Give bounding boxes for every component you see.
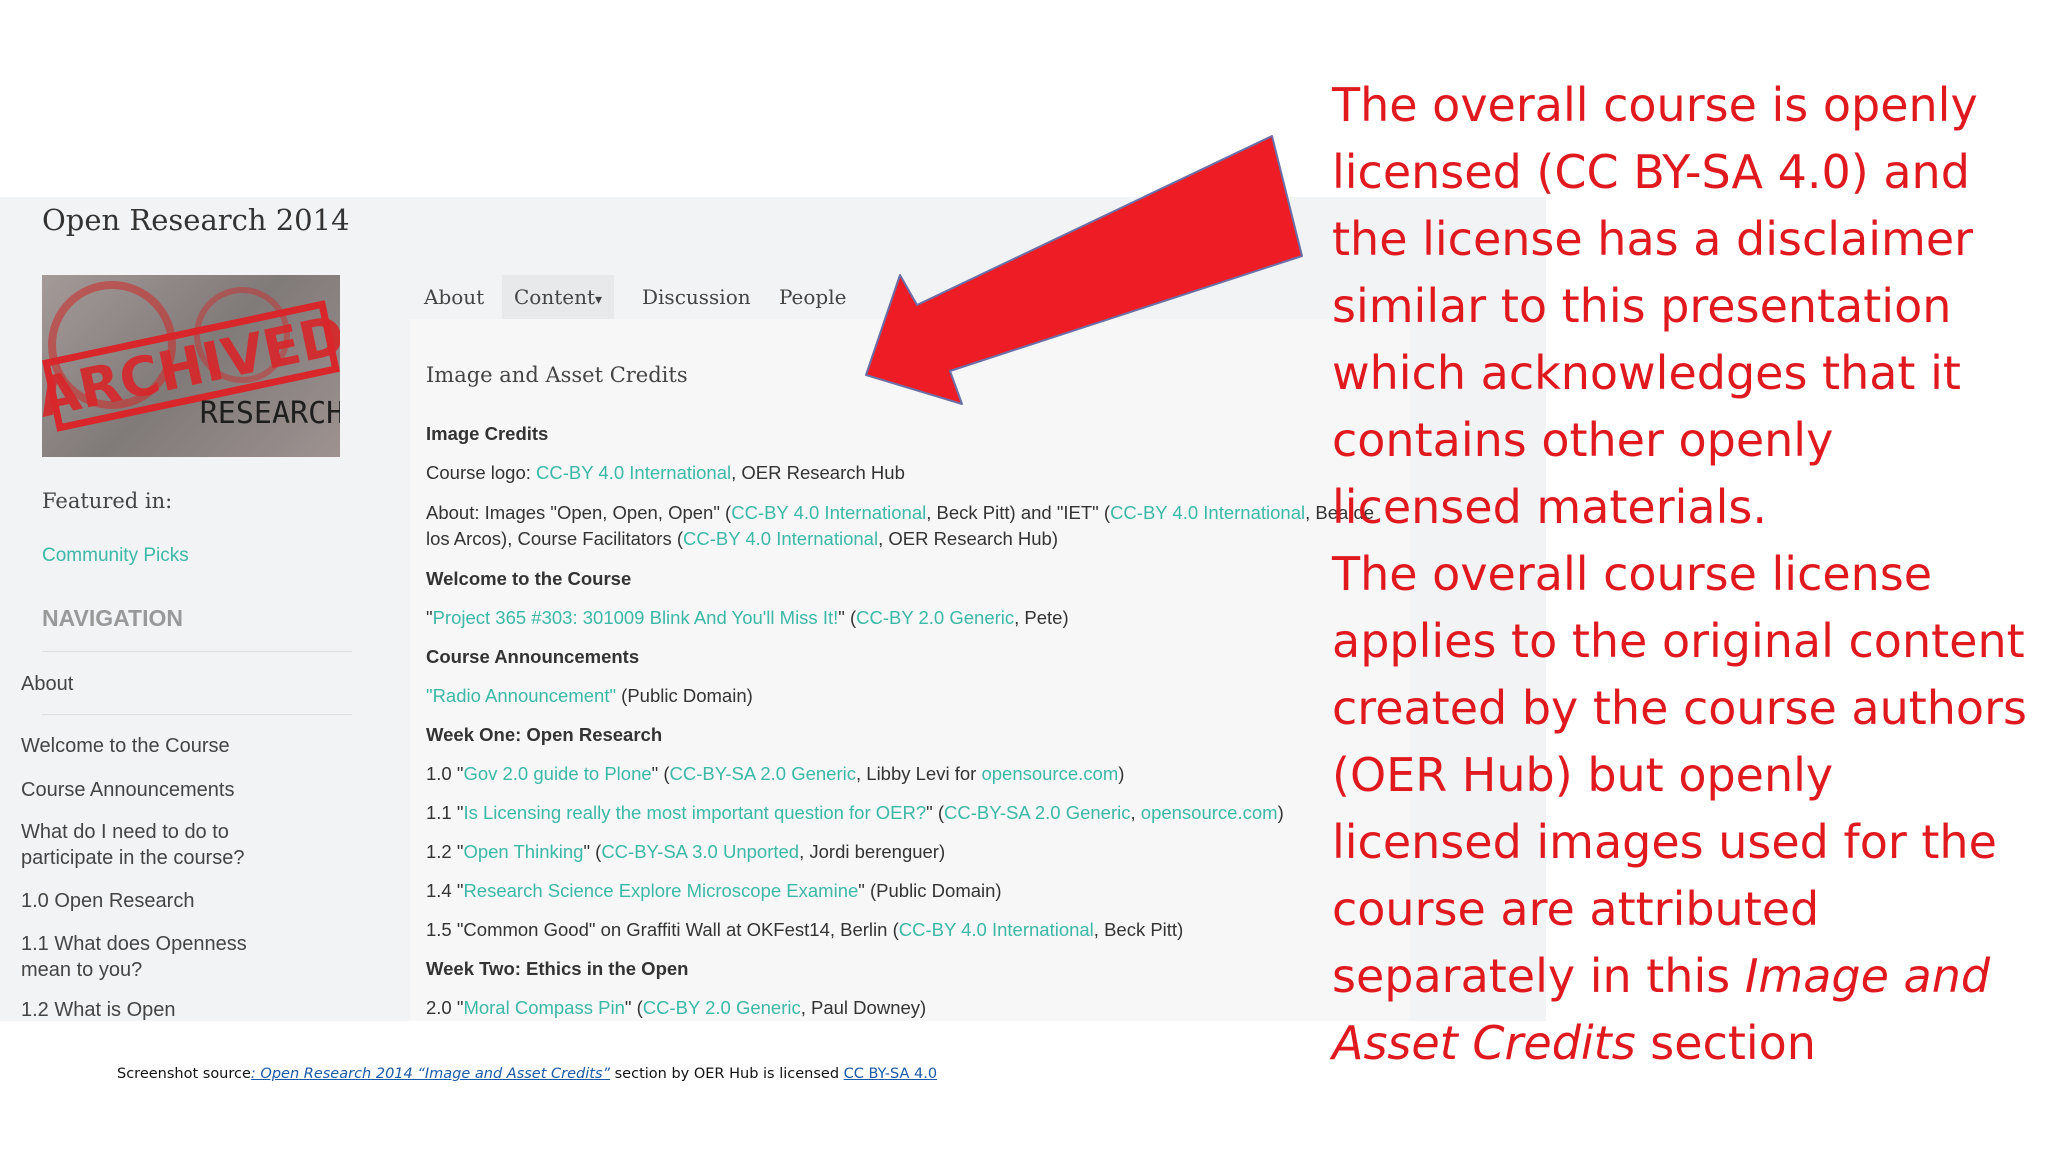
annotation-paragraph-2: The overall course license applies to th… bbox=[1332, 547, 2027, 1070]
screenshot-source-caption: Screenshot source: Open Research 2014 “I… bbox=[117, 1066, 938, 1082]
license-link[interactable]: CC BY-SA 4.0 bbox=[844, 1066, 937, 1082]
annotation-text: The overall course is openly licensed (C… bbox=[1332, 72, 2032, 1077]
source-link[interactable]: : Open Research 2014 “Image and Asset Cr… bbox=[251, 1066, 610, 1082]
annotation-paragraph-1: The overall course is openly licensed (C… bbox=[1332, 78, 1978, 534]
